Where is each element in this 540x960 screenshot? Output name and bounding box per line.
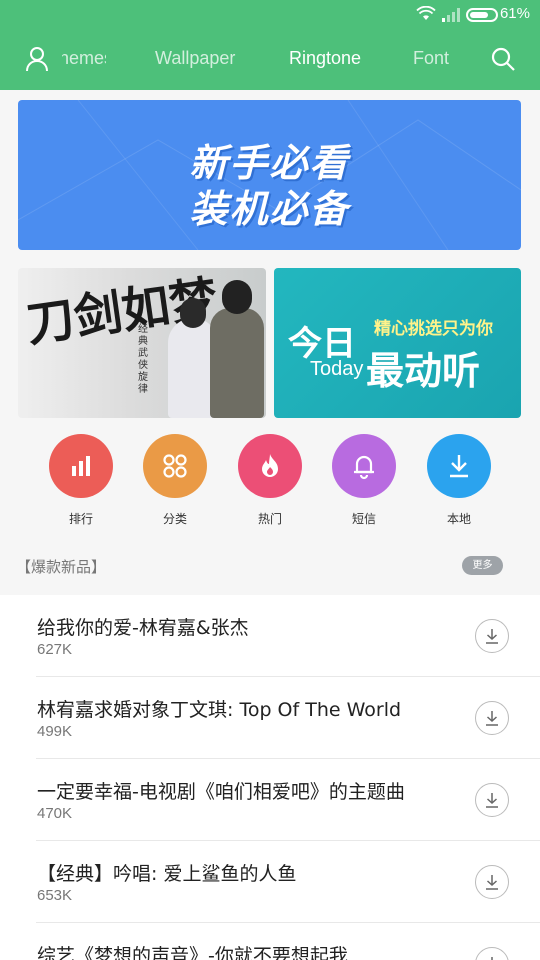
ringtone-title: 给我你的爱-林宥嘉&张杰 [37, 617, 249, 639]
category-ranking[interactable]: 排行 [48, 434, 114, 527]
search-icon[interactable] [488, 44, 518, 74]
category-hot[interactable]: 热门 [237, 434, 303, 527]
ringtone-size: 627K [37, 641, 73, 658]
banner-daily-line2: 最动听 [366, 349, 481, 393]
download-icon [486, 875, 498, 890]
download-button[interactable] [475, 783, 509, 817]
top-nav: Themes Wallpaper Ringtone Font [0, 30, 540, 90]
bar-chart-icon [72, 456, 90, 476]
grid-icon [163, 454, 187, 478]
ringtone-size: 653K [37, 887, 73, 904]
banner-album-daojianrumeng[interactable]: 刀剑如梦 经典武侠旋律 [18, 268, 266, 418]
banner-daily-today: Today [310, 358, 364, 380]
download-icon [486, 629, 498, 644]
download-button[interactable] [475, 947, 509, 960]
ringtone-size: 470K [37, 805, 73, 822]
download-button[interactable] [475, 619, 509, 653]
ringtone-title: 林宥嘉求婚对象丁文琪: Top Of The World [37, 699, 402, 721]
ringtone-list: 给我你的爱-林宥嘉&张杰 627K 林宥嘉求婚对象丁文琪: Top Of The… [0, 595, 540, 960]
category-circle [238, 434, 302, 498]
banner-line-2: 装机必备 [189, 187, 350, 231]
list-item[interactable]: 一定要幸福-电视剧《咱们相爱吧》的主题曲 470K [0, 759, 540, 841]
more-button[interactable]: 更多 [462, 556, 503, 575]
tab-ringtone[interactable]: Ringtone [289, 48, 361, 69]
category-sms[interactable]: 短信 [331, 434, 397, 527]
download-icon [491, 957, 493, 960]
category-circle [49, 434, 113, 498]
download-button[interactable] [475, 865, 509, 899]
status-bar: 61% [0, 0, 540, 30]
ringtone-size: 499K [37, 723, 73, 740]
ringtone-title: 一定要幸福-电视剧《咱们相爱吧》的主题曲 [37, 781, 405, 803]
category-label: 分类 [162, 512, 187, 526]
category-circle [143, 434, 207, 498]
bell-icon [354, 455, 374, 480]
app-header: 61% Themes Wallpaper Ringtone Font [0, 0, 540, 90]
flame-icon [262, 454, 278, 477]
banner-daily-picks[interactable]: 今日 精心挑选只为你 Today 最动听 [274, 268, 521, 418]
tab-font[interactable]: Font [413, 48, 449, 69]
list-item[interactable]: 【经典】吟唱: 爱上鲨鱼的人鱼 653K [0, 841, 540, 923]
category-circle [427, 434, 491, 498]
tab-wallpaper[interactable]: Wallpaper [155, 48, 235, 69]
battery-percent: 61% [499, 5, 530, 22]
download-icon [450, 455, 468, 478]
banner-daily-sub: 精心挑选只为你 [374, 319, 493, 339]
category-local[interactable]: 本地 [426, 434, 492, 527]
figure-illustration [210, 280, 264, 418]
ringtone-title: 【经典】吟唱: 爱上鲨鱼的人鱼 [37, 863, 297, 885]
signal-icon [442, 8, 460, 22]
ringtone-title: 综艺《梦想的声音》-你就不要想起我 [37, 945, 348, 960]
banner-album-subtitle: 经典武侠旋律 [138, 324, 148, 395]
list-item[interactable]: 林宥嘉求婚对象丁文琪: Top Of The World 499K [0, 677, 540, 759]
category-label: 排行 [68, 512, 93, 526]
category-label: 短信 [351, 512, 376, 526]
list-item[interactable]: 综艺《梦想的声音》-你就不要想起我 [0, 923, 540, 960]
wifi-icon [416, 6, 436, 20]
list-item[interactable]: 给我你的爱-林宥嘉&张杰 627K [0, 595, 540, 677]
category-label: 本地 [446, 512, 471, 526]
category-circle [332, 434, 396, 498]
section-title: 【爆款新品】 [16, 558, 107, 576]
banner-newbie-guide[interactable]: 新手必看 装机必备 [18, 100, 521, 250]
user-icon[interactable] [22, 44, 52, 74]
tab-themes[interactable]: Themes [62, 48, 106, 69]
download-icon [486, 711, 498, 726]
category-classify[interactable]: 分类 [142, 434, 208, 527]
battery-icon [466, 8, 498, 22]
category-label: 热门 [257, 512, 282, 526]
download-button[interactable] [475, 701, 509, 735]
download-icon [486, 793, 498, 808]
